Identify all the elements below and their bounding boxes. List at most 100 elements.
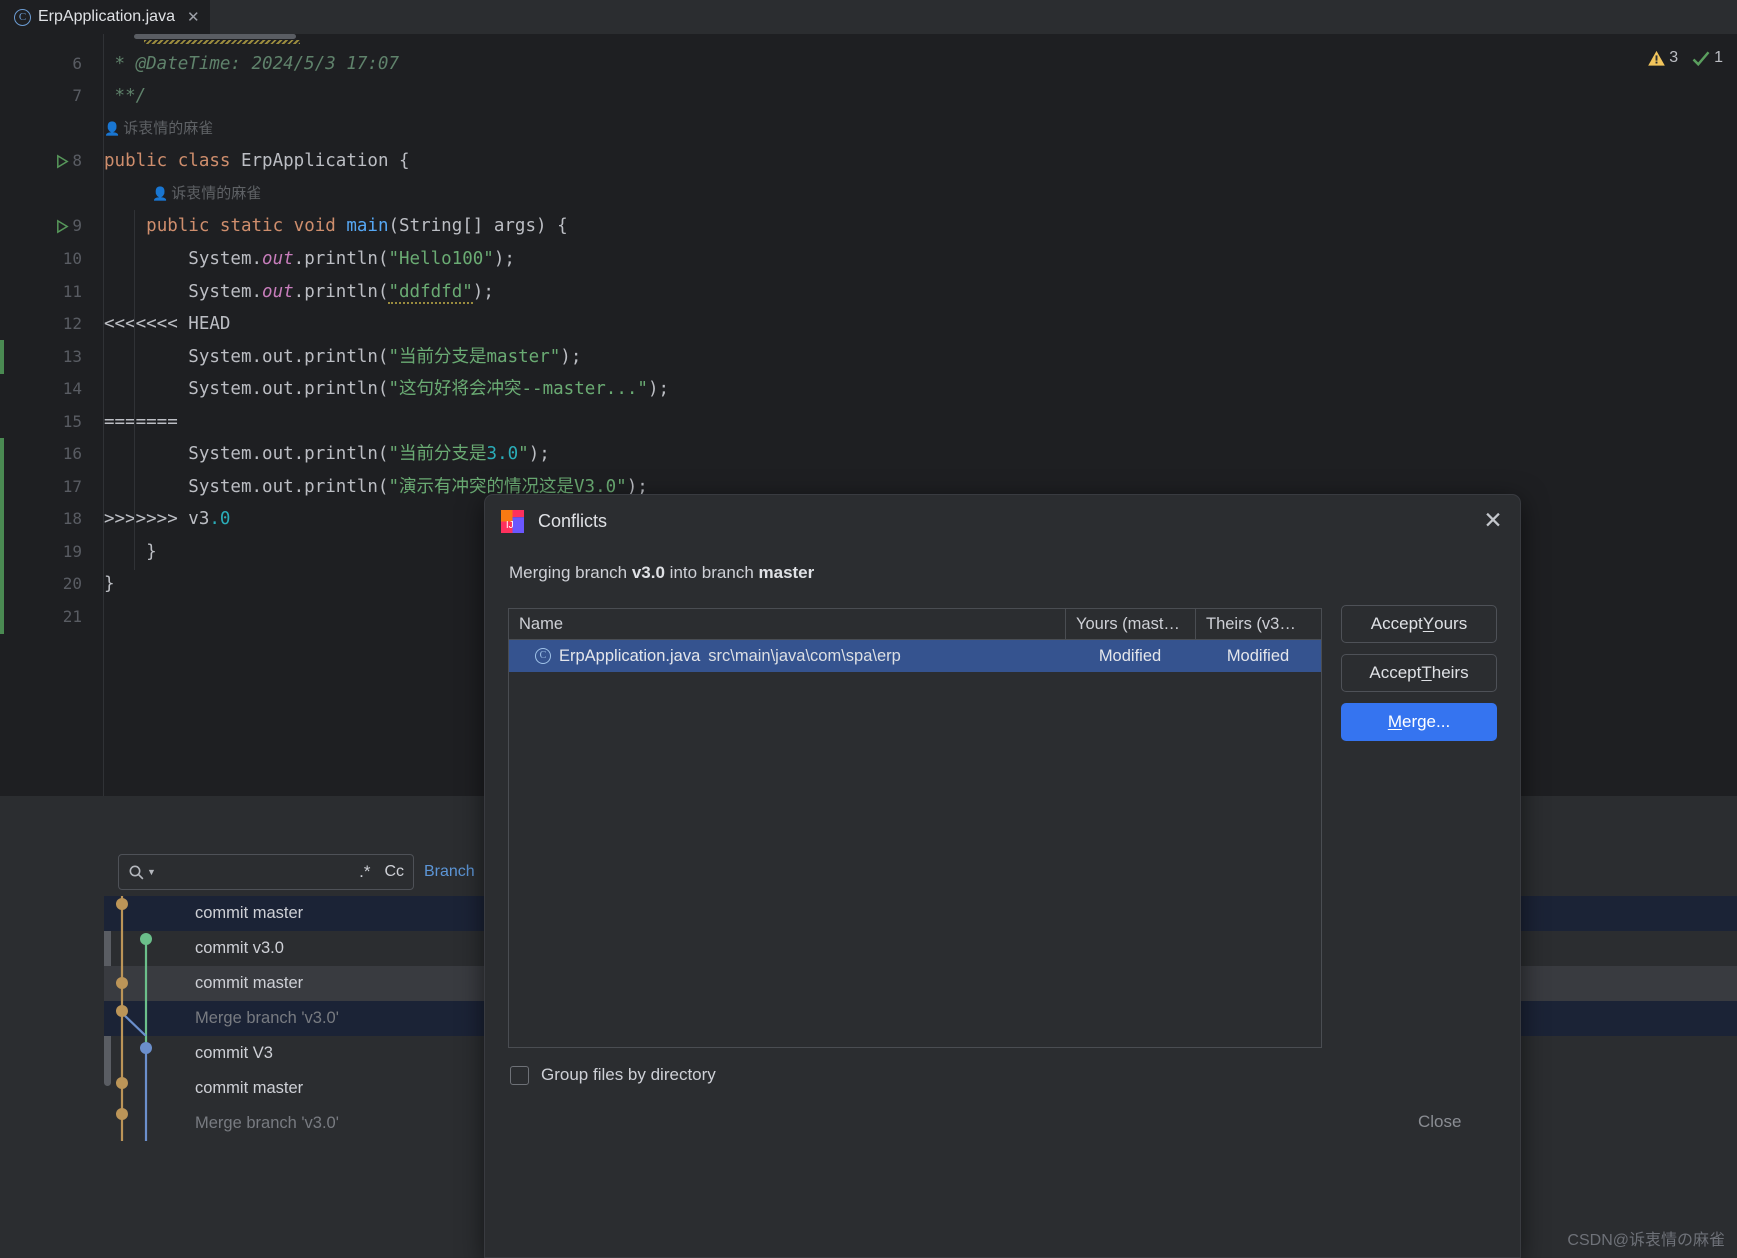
line-number: 7 xyxy=(72,86,82,105)
code-line: * @DateTime: 2024/5/3 17:07 xyxy=(104,54,400,74)
code-line: **/ xyxy=(104,86,147,106)
line-number: 14 xyxy=(62,379,82,398)
vcs-change-marker xyxy=(0,438,4,634)
commit-graph xyxy=(116,896,128,931)
line-number: 10 xyxy=(62,249,82,268)
accept-theirs-mnemonic: T xyxy=(1421,663,1432,682)
accept-theirs-label-after: heirs xyxy=(1431,663,1469,682)
accept-yours-label-after: ours xyxy=(1434,614,1468,633)
svg-text:IJ: IJ xyxy=(506,520,514,531)
line-number: 15 xyxy=(62,412,82,431)
line-number: 18 xyxy=(62,509,82,528)
commit-graph xyxy=(116,1071,148,1106)
code-line: <<<<<<< HEAD xyxy=(104,314,231,334)
match-case-toggle[interactable]: Cc xyxy=(384,863,404,881)
conflicts-table[interactable]: Name Yours (mast… Theirs (v3… C ErpAppli… xyxy=(508,608,1322,1048)
line-number: 20 xyxy=(62,574,82,593)
column-header-theirs[interactable]: Theirs (v3… xyxy=(1195,609,1321,640)
tab-label: ErpApplication.java xyxy=(38,8,175,25)
commit-graph xyxy=(120,931,152,966)
ide-window: C ErpApplication.java ✕ 3 1 6 7 8 9 10 1… xyxy=(0,0,1737,1258)
code-line: >>>>>>> v3.0 xyxy=(104,509,231,529)
editor-tab-bar: C ErpApplication.java ✕ xyxy=(0,0,1737,34)
commit-message: commit master xyxy=(195,1079,304,1097)
dialog-subtitle: Merging branch v3.0 into branch master xyxy=(509,563,814,583)
line-number: 11 xyxy=(62,282,82,301)
line-number: 12 xyxy=(62,314,82,333)
inline-author-hint: 👤 诉衷情的麻雀 xyxy=(104,113,213,146)
code-line: } xyxy=(104,574,115,594)
commit-message: commit master xyxy=(195,904,304,922)
merge-button[interactable]: Merge... xyxy=(1341,703,1497,741)
inline-author-hint: 👤 诉衷情的麻雀 xyxy=(152,178,261,211)
commit-graph xyxy=(116,966,148,1001)
user-icon: 👤 xyxy=(104,121,121,136)
dialog-action-buttons: Accept Yours Accept Theirs Merge... xyxy=(1341,605,1499,752)
line-number: 6 xyxy=(72,54,82,73)
code-line: public static void main(String[] args) { xyxy=(146,216,568,236)
vcs-change-marker xyxy=(0,340,4,374)
table-row[interactable]: C ErpApplication.java src\main\java\com\… xyxy=(509,640,1321,672)
java-class-icon: C xyxy=(535,648,551,664)
accept-yours-button[interactable]: Accept Yours xyxy=(1341,605,1497,643)
line-number: 8 xyxy=(72,151,82,170)
commit-graph xyxy=(120,1036,152,1071)
close-icon[interactable]: ✕ xyxy=(1480,508,1506,534)
author-name: 诉衷情的麻雀 xyxy=(123,120,214,137)
commit-message: commit v3.0 xyxy=(195,939,284,957)
regex-toggle[interactable]: .* xyxy=(359,862,370,882)
watermark: CSDN@诉衷情の麻雀 xyxy=(1567,1232,1725,1249)
commit-graph xyxy=(116,1001,148,1036)
source-branch: v3.0 xyxy=(631,563,665,582)
accept-theirs-button[interactable]: Accept Theirs xyxy=(1341,654,1497,692)
commit-message: Merge branch 'v3.0' xyxy=(195,1009,339,1027)
close-icon[interactable]: ✕ xyxy=(187,8,200,26)
merge-label-after: erge... xyxy=(1401,712,1451,731)
group-files-label: Group files by directory xyxy=(541,1065,716,1084)
dialog-title-bar: IJ Conflicts ✕ xyxy=(485,495,1520,547)
line-number: 16 xyxy=(62,444,82,463)
yours-status: Modified xyxy=(1098,646,1162,665)
table-header: Name Yours (mast… Theirs (v3… xyxy=(509,609,1321,640)
line-number: 13 xyxy=(62,347,82,366)
theirs-status: Modified xyxy=(1226,646,1290,665)
code-line: System.out.println("当前分支是3.0"); xyxy=(104,444,550,464)
editor-tab-erpapplication[interactable]: C ErpApplication.java ✕ xyxy=(0,0,210,34)
dialog-title: Conflicts xyxy=(538,510,608,531)
line-number: 21 xyxy=(62,607,82,626)
code-line: public class ErpApplication { xyxy=(104,151,410,171)
branch-filter-button[interactable]: Branch xyxy=(424,863,475,881)
line-number: 19 xyxy=(62,542,82,561)
accept-yours-mnemonic: Y xyxy=(1422,614,1435,633)
close-ghost-label[interactable]: Close xyxy=(1418,1112,1461,1132)
group-files-checkbox-row[interactable]: Group files by directory xyxy=(510,1065,716,1085)
subtitle-middle: into branch xyxy=(664,563,759,582)
accept-theirs-label-before: Accept xyxy=(1369,663,1422,682)
conflicts-dialog: IJ Conflicts ✕ Merging branch v3.0 into … xyxy=(484,494,1521,1258)
file-path: src\main\java\com\spa\erp xyxy=(708,646,901,665)
chevron-down-icon[interactable]: ▼ xyxy=(147,867,156,877)
git-log-left-strip xyxy=(0,796,104,1258)
run-gutter-icon[interactable] xyxy=(55,219,69,234)
code-line: } xyxy=(104,542,157,562)
code-line: System.out.println("这句好将会冲突--master...")… xyxy=(104,379,670,399)
intellij-idea-icon: IJ xyxy=(501,509,524,533)
group-files-checkbox[interactable] xyxy=(510,1065,529,1085)
inspection-squiggle xyxy=(144,40,300,44)
code-line: System.out.println("当前分支是master"); xyxy=(104,347,582,367)
commit-message: commit V3 xyxy=(195,1044,273,1062)
line-number: 9 xyxy=(72,216,82,235)
subtitle-prefix: Merging branch xyxy=(509,563,632,582)
run-gutter-icon[interactable] xyxy=(55,154,69,169)
commit-graph xyxy=(116,1106,148,1141)
indent-guide xyxy=(134,210,135,570)
user-icon: 👤 xyxy=(152,186,169,201)
accept-yours-label-before: Accept xyxy=(1370,614,1423,633)
code-line: ======= xyxy=(104,412,178,432)
column-header-name[interactable]: Name xyxy=(509,609,1065,640)
commit-message: Merge branch 'v3.0' xyxy=(195,1114,339,1132)
code-line: System.out.println("Hello100"); xyxy=(104,249,515,269)
search-input[interactable]: ▼ .* Cc xyxy=(118,854,414,890)
author-name: 诉衷情的麻雀 xyxy=(171,185,262,202)
column-header-yours[interactable]: Yours (mast… xyxy=(1065,609,1195,640)
